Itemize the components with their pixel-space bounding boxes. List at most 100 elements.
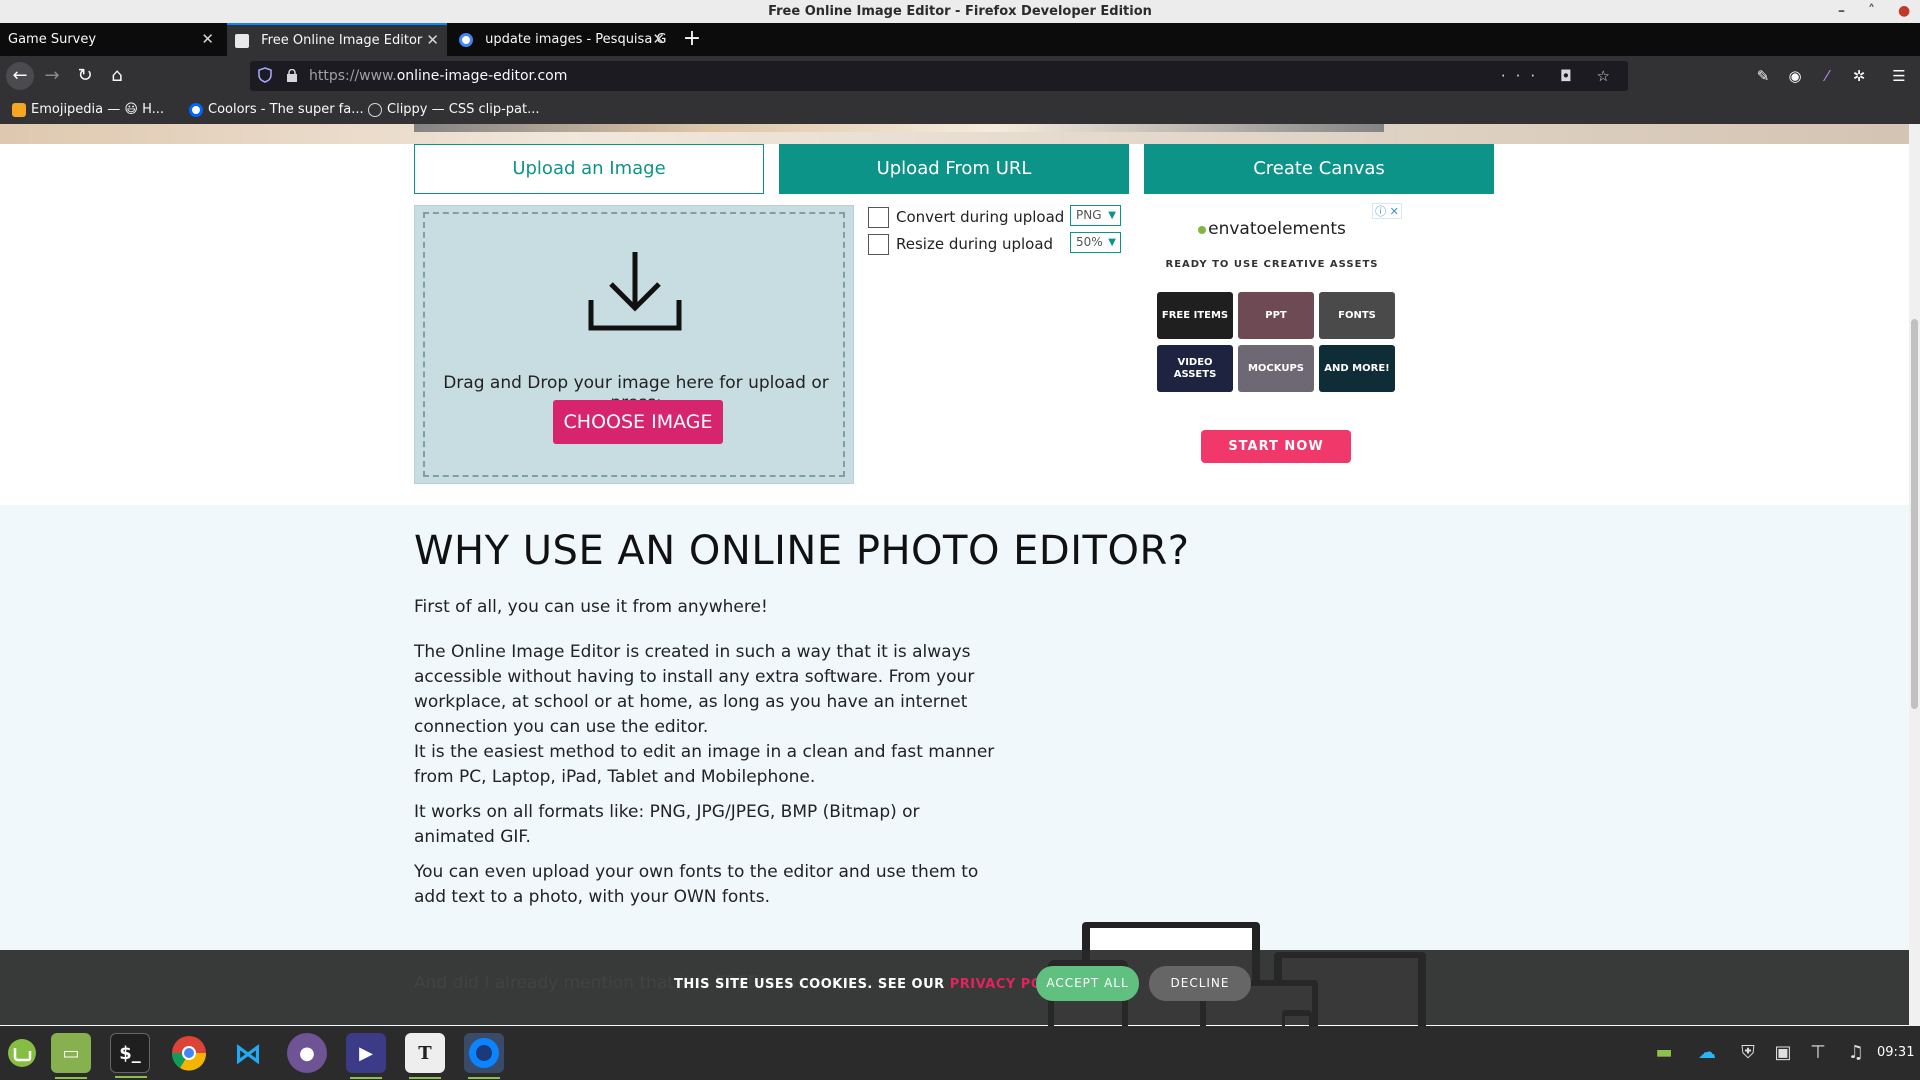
tracking-shield-icon[interactable] [258,67,272,83]
close-window-icon[interactable]: ● [1898,0,1910,23]
cookie-notice: THIS SITE USES COOKIES. SEE OUR [674,977,950,992]
google-favicon-icon [459,32,473,47]
convert-format-value: PNG [1076,208,1102,222]
ad-tile-mockups[interactable]: MOCKUPS [1238,345,1314,392]
upload-image-tab[interactable]: Upload an Image [414,144,764,194]
media-player-icon[interactable]: ▶ [346,1033,386,1079]
ad-tile-free-items[interactable]: FREE ITEMS [1157,292,1233,339]
close-tab-icon[interactable]: ✕ [652,23,665,56]
bookmarks-toolbar: Emojipedia — 😃 H... Coolors - The super … [0,96,1920,124]
upload-from-url-tab[interactable]: Upload From URL [779,144,1129,194]
shield-tray-icon[interactable]: ⛨ [1735,1040,1761,1066]
reload-icon[interactable]: ↻ [71,62,99,90]
convert-checkbox[interactable] [868,207,889,228]
ad-tagline: READY TO USE CREATIVE ASSETS [1165,259,1379,270]
url-text[interactable]: https://www.online-image-editor.com [309,61,567,91]
new-tab-button[interactable]: + [680,23,704,56]
decline-button[interactable]: DECLINE [1149,966,1251,1001]
resize-percent-value: 50% [1076,235,1103,249]
why-use-section: WHY USE AN ONLINE PHOTO EDITOR? First of… [0,505,1909,1026]
ad-choices-icon[interactable]: ⓘ ✕ [1372,203,1402,219]
page-content: Upload an Image Upload From URL Create C… [0,124,1909,1026]
forward-arrow-icon[interactable]: → [38,62,66,90]
page-actions-icons[interactable]: ··· ◘ ☆ [1501,61,1620,91]
start-now-button[interactable]: START NOW [1201,430,1351,463]
close-tab-icon[interactable]: ✕ [426,25,439,56]
chevron-down-icon: ▼ [1108,237,1116,248]
hamburger-menu-icon[interactable]: ☰ [1886,62,1912,90]
download-icon [588,252,682,331]
minimize-icon[interactable]: – [1838,0,1845,23]
mint-menu-icon[interactable] [2,1033,42,1073]
drop-zone[interactable]: Drag and Drop your image here for upload… [414,205,854,484]
firefox-icon[interactable] [464,1033,504,1079]
sound-icon[interactable]: ♫ [1843,1040,1869,1066]
back-arrow-icon[interactable]: ← [6,62,34,90]
section-heading: WHY USE AN ONLINE PHOTO EDITOR? [414,528,1190,574]
envato-leaf-icon [1198,226,1207,234]
paragraph-2: The Online Image Editor is created in su… [414,642,975,737]
tab-label: Game Survey [8,32,97,47]
maximize-icon[interactable]: ˄ [1868,0,1875,23]
bookmark-coolors[interactable]: Coolors - The super fa... [189,96,364,124]
extension-icon[interactable]: ✲ [1846,62,1872,90]
url-prefix: https://www. [309,68,397,84]
tab-game-survey[interactable]: Game Survey ✕ [0,23,222,56]
accept-all-button[interactable]: ACCEPT ALL [1036,966,1139,1001]
bookmark-clippy[interactable]: Clippy — CSS clip-pat... [368,96,540,124]
resize-percent-select[interactable]: 50% ▼ [1070,232,1121,253]
ad-tile-fonts[interactable]: FONTS [1319,292,1395,339]
cloud-sync-icon[interactable]: ☁ [1694,1040,1720,1066]
ad-tile-ppt[interactable]: PPT [1238,292,1314,339]
color-picker-icon[interactable]: ⁄ [1814,62,1840,90]
create-canvas-tab[interactable]: Create Canvas [1144,144,1494,194]
banner-photo [414,124,1384,132]
bookmark-label: Coolors - The super fa... [208,102,364,117]
cookie-text: THIS SITE USES COOKIES. SEE OUR PRIVACY … [674,950,1076,1020]
ad-tile-video-assets[interactable]: VIDEO ASSETS [1157,345,1233,392]
paragraph-1: First of all, you can use it from anywhe… [414,597,768,617]
clock: 09:31 [1877,1045,1915,1060]
github-icon[interactable]: ● [287,1033,327,1073]
scrollbar-thumb[interactable] [1911,319,1918,709]
globe-icon [368,102,382,117]
chevron-down-icon: ▼ [1108,210,1116,221]
vscode-icon[interactable]: ⋈ [228,1033,268,1073]
account-icon[interactable]: ◉ [1782,62,1808,90]
wrench-icon[interactable]: ✎ [1750,62,1776,90]
bookmark-label: Emojipedia — 😃 H... [31,102,165,117]
terminal-icon[interactable]: $_ [110,1033,150,1078]
oie-favicon-icon [235,33,249,48]
coolors-icon [189,102,203,117]
screenshot-tray-icon[interactable]: ▣ [1770,1040,1796,1066]
header-banner-image [0,124,1909,144]
window-titlebar: Free Online Image Editor - Firefox Devel… [0,0,1920,23]
url-bar[interactable]: https://www.online-image-editor.com ··· … [250,61,1628,91]
emojipedia-icon [12,102,26,117]
lock-icon[interactable] [286,69,298,82]
tab-update-images[interactable]: update images - Pesquisa G ✕ [451,23,673,56]
resize-checkbox[interactable] [868,234,889,255]
network-icon[interactable]: ⊤ [1805,1040,1831,1066]
envato-ad[interactable]: ⓘ ✕ envatoelements READY TO USE CREATIVE… [1142,203,1402,463]
folder-tray-icon[interactable]: ▬ [1651,1040,1677,1066]
drop-zone-border: Drag and Drop your image here for upload… [423,212,845,477]
chrome-icon[interactable] [169,1033,209,1073]
convert-format-select[interactable]: PNG ▼ [1070,205,1121,226]
home-icon[interactable]: ⌂ [103,62,131,90]
text-editor-icon[interactable]: T [405,1033,445,1079]
bookmark-emojipedia[interactable]: Emojipedia — 😃 H... [12,96,164,124]
cookie-consent-bar: And did I already mention that it is FRE… [0,950,1909,1025]
close-tab-icon[interactable]: ✕ [201,23,214,56]
envato-logo-text: envatoelements [1208,219,1346,239]
envato-logo: envatoelements [1142,219,1402,239]
bookmark-label: Clippy — CSS clip-pat... [387,102,540,117]
paragraph-4: It works on all formats like: PNG, JPG/J… [414,802,920,847]
tab-label: update images - Pesquisa G [485,32,667,47]
tab-free-online-image-editor[interactable]: Free Online Image Editor ✕ [227,23,447,56]
files-icon[interactable]: ▭ [51,1033,91,1079]
choose-image-button[interactable]: CHOOSE IMAGE [553,400,723,444]
ad-tile-and-more[interactable]: AND MORE! [1319,345,1395,392]
os-taskbar: ▭ $_ ⋈ ● ▶ T ▬ ☁ ⛨ ▣ ⊤ ♫ 09:31 [0,1026,1920,1080]
page-scrollbar[interactable] [1909,124,1920,1026]
